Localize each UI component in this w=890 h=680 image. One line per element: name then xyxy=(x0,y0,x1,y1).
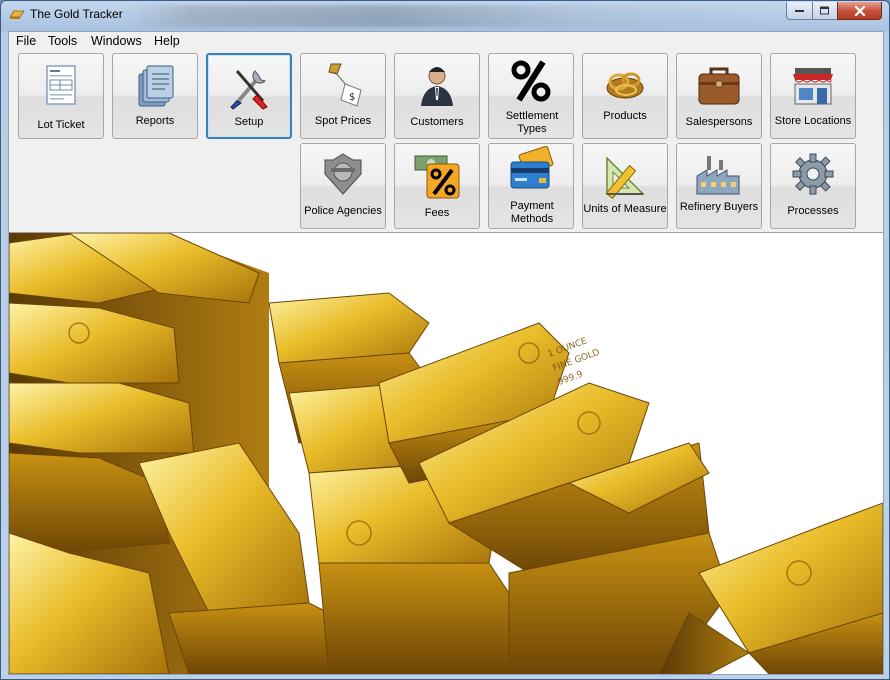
app-window: The Gold Tracker File Tools Windows Help xyxy=(0,0,890,680)
customers-label: Customers xyxy=(410,116,464,128)
credit-cards-icon xyxy=(510,146,554,189)
close-button[interactable] xyxy=(837,2,882,20)
reports-button[interactable]: Reports xyxy=(112,53,198,139)
toolbar: Lot Ticket Reports Setup $ Spot Prices C… xyxy=(9,51,883,233)
refinery-buyers-label: Refinery Buyers xyxy=(679,201,759,213)
briefcase-icon xyxy=(698,67,740,105)
fees-percent-money-icon xyxy=(414,155,460,199)
setup-label: Setup xyxy=(234,116,264,128)
salespersons-button[interactable]: Salespersons xyxy=(676,53,762,139)
reports-icon xyxy=(138,65,174,107)
reports-label: Reports xyxy=(135,115,175,127)
store-locations-label: Store Locations xyxy=(774,115,852,127)
gold-bars-illustration: 1 OUNCE FINE GOLD 999.9 xyxy=(9,233,883,674)
processes-label: Processes xyxy=(787,205,839,217)
police-agencies-label: Police Agencies xyxy=(304,205,382,217)
menu-bar: File Tools Windows Help xyxy=(9,32,883,51)
units-of-measure-button[interactable]: Units of Measure xyxy=(582,143,668,229)
police-badge-icon xyxy=(324,153,362,195)
products-label: Products xyxy=(603,110,647,122)
fees-label: Fees xyxy=(424,207,450,219)
refinery-buyers-button[interactable]: Refinery Buyers xyxy=(676,143,762,229)
spot-prices-icon: $ xyxy=(328,63,362,107)
store-locations-button[interactable]: Store Locations xyxy=(770,53,856,139)
gold-bars-image: 1 OUNCE FINE GOLD 999.9 xyxy=(9,233,883,674)
client-area: File Tools Windows Help Lot Ticket Repor… xyxy=(8,31,884,675)
menu-file[interactable]: File xyxy=(16,34,36,48)
factory-icon xyxy=(696,156,740,195)
customers-button[interactable]: Customers xyxy=(394,53,480,139)
title-bar[interactable]: The Gold Tracker xyxy=(1,1,889,31)
title-bar-background xyxy=(126,5,776,27)
customer-person-icon xyxy=(421,67,453,106)
salespersons-label: Salespersons xyxy=(685,116,753,128)
dollar-sign: $ xyxy=(349,92,355,103)
gears-icon xyxy=(792,153,834,195)
menu-help[interactable]: Help xyxy=(154,34,180,48)
gold-jewelry-icon xyxy=(606,72,644,99)
storefront-icon xyxy=(793,68,833,105)
spot-prices-button[interactable]: $ Spot Prices xyxy=(300,53,386,139)
minimize-icon xyxy=(794,9,804,12)
products-button[interactable]: Products xyxy=(582,53,668,139)
minimize-button[interactable] xyxy=(786,2,813,20)
menu-windows[interactable]: Windows xyxy=(91,34,142,48)
window-title: The Gold Tracker xyxy=(30,7,123,21)
settlement-types-label: Settlement Types xyxy=(505,110,559,135)
lot-ticket-label: Lot Ticket xyxy=(37,119,85,131)
payment-methods-button[interactable]: Payment Methods xyxy=(488,143,574,229)
ruler-triangle-icon xyxy=(605,156,645,200)
percent-icon xyxy=(511,60,551,102)
payment-methods-label: Payment Methods xyxy=(510,200,554,225)
setup-tools-icon xyxy=(230,70,268,110)
spot-prices-label: Spot Prices xyxy=(314,115,372,127)
lot-ticket-icon xyxy=(46,65,76,105)
units-of-measure-label: Units of Measure xyxy=(583,203,667,215)
fees-button[interactable]: Fees xyxy=(394,143,480,229)
maximize-button[interactable] xyxy=(812,2,838,20)
settlement-types-button[interactable]: Settlement Types xyxy=(488,53,574,139)
lot-ticket-button[interactable]: Lot Ticket xyxy=(18,53,104,139)
setup-button[interactable]: Setup xyxy=(206,53,292,139)
gold-bar-app-icon xyxy=(9,10,25,19)
maximize-icon xyxy=(820,6,829,14)
close-icon xyxy=(854,5,865,16)
menu-tools[interactable]: Tools xyxy=(48,34,77,48)
processes-button[interactable]: Processes xyxy=(770,143,856,229)
police-agencies-button[interactable]: Police Agencies xyxy=(300,143,386,229)
